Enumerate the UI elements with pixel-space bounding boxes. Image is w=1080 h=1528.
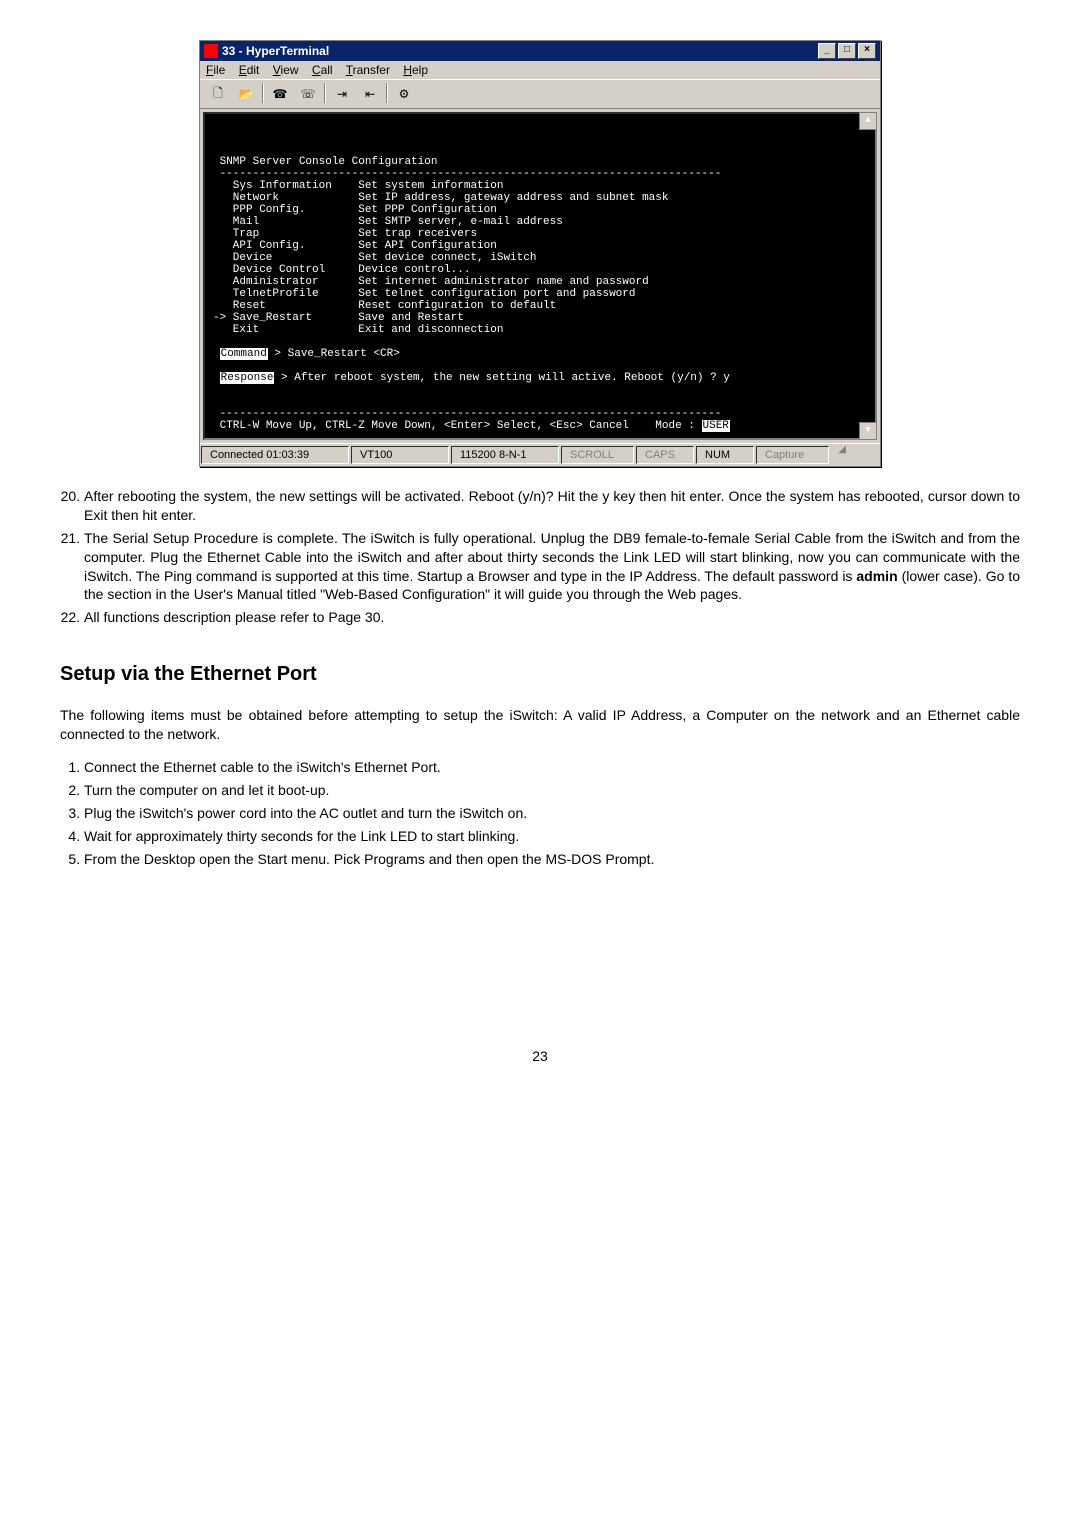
status-baud: 115200 8-N-1 — [451, 446, 559, 464]
status-term: VT100 — [351, 446, 449, 464]
maximize-button[interactable]: □ — [838, 43, 856, 59]
send-icon[interactable]: ⇥ — [330, 83, 354, 105]
list-item: From the Desktop open the Start menu. Pi… — [84, 850, 1020, 869]
menu-file[interactable]: File — [206, 63, 225, 77]
terminal-output: ▲ ▼ SNMP Server Console Configuration --… — [203, 112, 877, 440]
numbered-list-1: Connect the Ethernet cable to the iSwitc… — [60, 758, 1020, 868]
list-item: Plug the iSwitch's power cord into the A… — [84, 804, 1020, 823]
status-caps: CAPS — [636, 446, 694, 464]
close-button[interactable]: × — [858, 43, 876, 59]
list-item: Turn the computer on and let it boot-up. — [84, 781, 1020, 800]
toolbar: 🗋 📂 ☎ ☏ ⇥ ⇤ ⚙ — [200, 79, 880, 109]
disconnect-icon[interactable]: ☏ — [296, 83, 320, 105]
list-item: Connect the Ethernet cable to the iSwitc… — [84, 758, 1020, 777]
section-heading: Setup via the Ethernet Port — [60, 663, 1020, 686]
receive-icon[interactable]: ⇤ — [358, 83, 382, 105]
scroll-up-button[interactable]: ▲ — [859, 112, 877, 130]
numbered-list-20: After rebooting the system, the new sett… — [60, 487, 1020, 627]
status-scroll: SCROLL — [561, 446, 634, 464]
menu-transfer[interactable]: Transfer — [346, 63, 390, 77]
properties-icon[interactable]: ⚙ — [392, 83, 416, 105]
menu-view[interactable]: View — [273, 63, 299, 77]
list-item: After rebooting the system, the new sett… — [84, 487, 1020, 525]
call-icon[interactable]: ☎ — [268, 83, 292, 105]
resize-grip-icon[interactable]: ◢ — [830, 444, 848, 466]
open-icon[interactable]: 📂 — [234, 83, 258, 105]
status-num: NUM — [696, 446, 754, 464]
page-number: 23 — [60, 1048, 1020, 1064]
minimize-button[interactable]: _ — [818, 43, 836, 59]
hyperterminal-window: 33 - HyperTerminal _ □ × File Edit View … — [199, 40, 881, 467]
menu-edit[interactable]: Edit — [239, 63, 260, 77]
app-icon — [204, 44, 218, 58]
list-item: The Serial Setup Procedure is complete. … — [84, 529, 1020, 605]
status-connected: Connected 01:03:39 — [201, 446, 349, 464]
menu-call[interactable]: Call — [312, 63, 333, 77]
list-item: All functions description please refer t… — [84, 608, 1020, 627]
menu-help[interactable]: Help — [403, 63, 428, 77]
menubar: File Edit View Call Transfer Help — [200, 61, 880, 79]
statusbar: Connected 01:03:39 VT100 115200 8-N-1 SC… — [200, 443, 880, 466]
scroll-down-button[interactable]: ▼ — [859, 422, 877, 440]
status-capture: Capture — [756, 446, 829, 464]
window-title: 33 - HyperTerminal — [222, 44, 329, 58]
intro-paragraph: The following items must be obtained bef… — [60, 706, 1020, 744]
titlebar: 33 - HyperTerminal _ □ × — [200, 41, 880, 61]
list-item: Wait for approximately thirty seconds fo… — [84, 827, 1020, 846]
new-icon[interactable]: 🗋 — [206, 83, 230, 105]
